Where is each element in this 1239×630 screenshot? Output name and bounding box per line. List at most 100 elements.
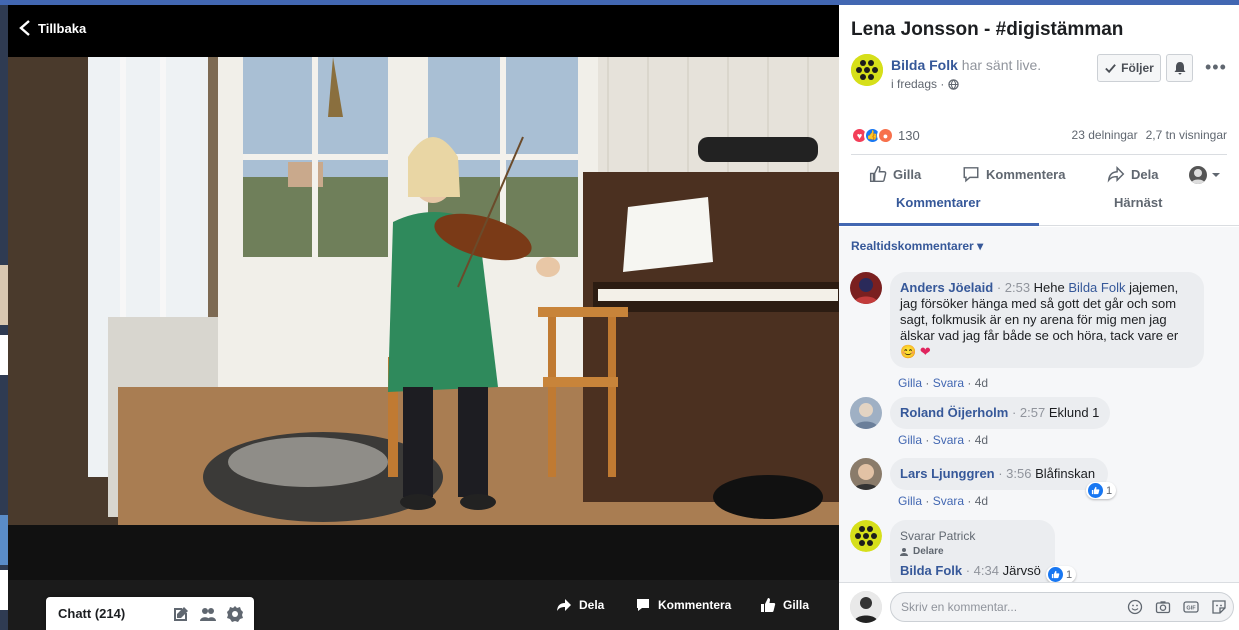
more-options-icon[interactable]: ••• — [1205, 57, 1227, 78]
background-page-edge — [0, 5, 8, 630]
comment-actions: Gilla · Svara · 4d — [898, 494, 989, 508]
post-action-text: har sänt live. — [957, 57, 1042, 73]
comments-list[interactable]: Realtidskommentarer ▾ Anders Jöelaid · 2… — [839, 227, 1239, 582]
chevron-down-icon — [1212, 173, 1220, 177]
avatar[interactable] — [850, 397, 882, 429]
reaction-count: 130 — [898, 128, 920, 143]
comment-reaction-badge[interactable]: 1 — [1086, 482, 1117, 499]
emoji-icon[interactable] — [1127, 599, 1143, 615]
share-label: Dela — [1131, 166, 1159, 182]
comment-filter-dropdown[interactable]: Realtidskommentarer ▾ — [851, 239, 983, 253]
compose-icon[interactable] — [172, 605, 190, 623]
sticker-icon[interactable] — [1211, 599, 1227, 615]
post-title: Lena Jonsson - #digistämman — [851, 19, 1124, 40]
comment-like-button[interactable]: Gilla — [898, 376, 922, 390]
tab-up-next[interactable]: Härnäst — [1114, 195, 1162, 210]
comment-timestamp[interactable]: · 2:57 — [1008, 405, 1048, 420]
bilda-logo-icon — [851, 54, 883, 86]
caret-down-icon: ▾ — [977, 239, 984, 253]
comment-age[interactable]: 4d — [975, 376, 988, 390]
comment-filter-label: Realtidskommentarer — [851, 239, 974, 253]
bell-icon — [1174, 62, 1185, 75]
chevron-left-icon — [19, 20, 30, 36]
smile-emoji-icon: 😊 — [900, 344, 917, 359]
gif-icon[interactable]: GIF — [1183, 599, 1199, 615]
comment-label: Kommentera — [986, 166, 1066, 182]
thumbs-up-icon — [869, 165, 887, 183]
share-arrow-icon — [1107, 166, 1125, 183]
comment-reply-button[interactable]: Svara — [933, 494, 964, 508]
shared-label-text: Delare — [913, 546, 944, 557]
group-icon[interactable] — [199, 605, 217, 623]
comment-icon — [637, 599, 649, 611]
comment-reply-button[interactable]: Svara — [933, 376, 964, 390]
comment-text: Järvsö — [1002, 563, 1041, 578]
back-label: Tillbaka — [38, 20, 87, 36]
comment-composer: Skriv en kommentar... GIF — [839, 582, 1239, 630]
chat-tab[interactable]: Chatt (214) — [46, 597, 254, 630]
camera-icon[interactable] — [1155, 599, 1171, 615]
player-comment-button[interactable]: Kommentera — [635, 597, 731, 613]
video-player[interactable]: Tillbaka Dela Kommentera Gilla — [8, 5, 839, 630]
tab-comments[interactable]: Kommentarer — [896, 195, 981, 210]
comment-timestamp[interactable]: · 3:56 — [995, 466, 1035, 481]
comment-actions: Gilla · Svara · 4d — [898, 376, 989, 390]
player-like-label: Gilla — [783, 598, 810, 612]
share-audience-selector[interactable] — [1189, 166, 1221, 184]
back-button[interactable]: Tillbaka — [18, 19, 86, 37]
comment-author[interactable]: Lars Ljunggren — [900, 466, 995, 481]
checkmark-icon — [1105, 63, 1117, 73]
notifications-button[interactable] — [1166, 54, 1193, 82]
following-button[interactable]: Följer — [1097, 54, 1161, 82]
comment-reply-button[interactable]: Svara — [933, 433, 964, 447]
avatar[interactable] — [850, 272, 882, 304]
comment-author[interactable]: Anders Jöelaid — [900, 280, 993, 295]
comment-reaction-badge[interactable]: 1 — [1046, 566, 1077, 582]
page-name-link[interactable]: Bilda Folk — [891, 57, 958, 73]
comment-timestamp[interactable]: · 4:34 — [962, 563, 1002, 578]
player-like-button[interactable]: Gilla — [760, 597, 809, 613]
svg-text:GIF: GIF — [1186, 606, 1196, 612]
reaction-summary[interactable]: ♥ 👍 ● 130 — [851, 127, 920, 144]
views-count: 2,7 tn visningar — [1145, 128, 1227, 142]
comment-input-placeholder: Skriv en kommentar... — [901, 600, 1018, 614]
active-tab-indicator — [839, 223, 1039, 226]
comment-author[interactable]: Bilda Folk — [900, 563, 962, 578]
comment-author[interactable]: Roland Öijerholm — [900, 405, 1008, 420]
angry-reaction-icon: ● — [877, 127, 894, 144]
avatar[interactable] — [850, 520, 882, 552]
gear-icon[interactable] — [226, 605, 244, 623]
player-share-label: Dela — [579, 598, 605, 612]
comment-bubble: Svarar Patrick Delare Bilda Folk · 4:34 … — [890, 520, 1055, 582]
post-side-panel: Lena Jonsson - #digistämman Bilda Folk h… — [839, 5, 1239, 630]
bilda-logo-icon — [850, 520, 882, 552]
globe-icon — [948, 78, 960, 90]
comment-actions: Gilla · Svara · 4d — [898, 433, 989, 447]
player-share-button[interactable]: Dela — [556, 597, 604, 613]
chat-label: Chatt (214) — [58, 606, 126, 621]
comment-age[interactable]: 4d — [975, 494, 988, 508]
following-label: Följer — [1121, 61, 1154, 75]
share-arrow-icon — [557, 599, 571, 611]
post-author-line: Bilda Folk har sänt live. — [891, 57, 1041, 73]
like-reaction-icon — [1088, 483, 1103, 498]
avatar[interactable] — [850, 458, 882, 490]
comment-button[interactable]: Kommentera — [962, 165, 1065, 183]
shares-count[interactable]: 23 delningar — [1072, 128, 1138, 142]
page-avatar[interactable] — [851, 54, 883, 86]
panel-tabs: Kommentarer Härnäst — [839, 191, 1239, 226]
post-timestamp[interactable]: i fredags · — [891, 77, 960, 91]
avatar — [1189, 166, 1207, 184]
avatar[interactable] — [850, 591, 882, 623]
post-stats: 23 delningar 2,7 tn visningar — [1072, 128, 1227, 142]
comment-timestamp[interactable]: · 2:53 — [993, 280, 1033, 295]
comment-like-button[interactable]: Gilla — [898, 433, 922, 447]
like-button[interactable]: Gilla — [869, 165, 921, 183]
comment-like-count: 1 — [1066, 568, 1073, 581]
share-button[interactable]: Dela — [1107, 165, 1158, 183]
comment-mention[interactable]: Bilda Folk — [1068, 280, 1125, 295]
comment-age[interactable]: 4d — [975, 433, 988, 447]
comment-text: Eklund 1 — [1048, 405, 1100, 420]
comment-like-button[interactable]: Gilla — [898, 494, 922, 508]
video-frame[interactable] — [8, 57, 839, 525]
